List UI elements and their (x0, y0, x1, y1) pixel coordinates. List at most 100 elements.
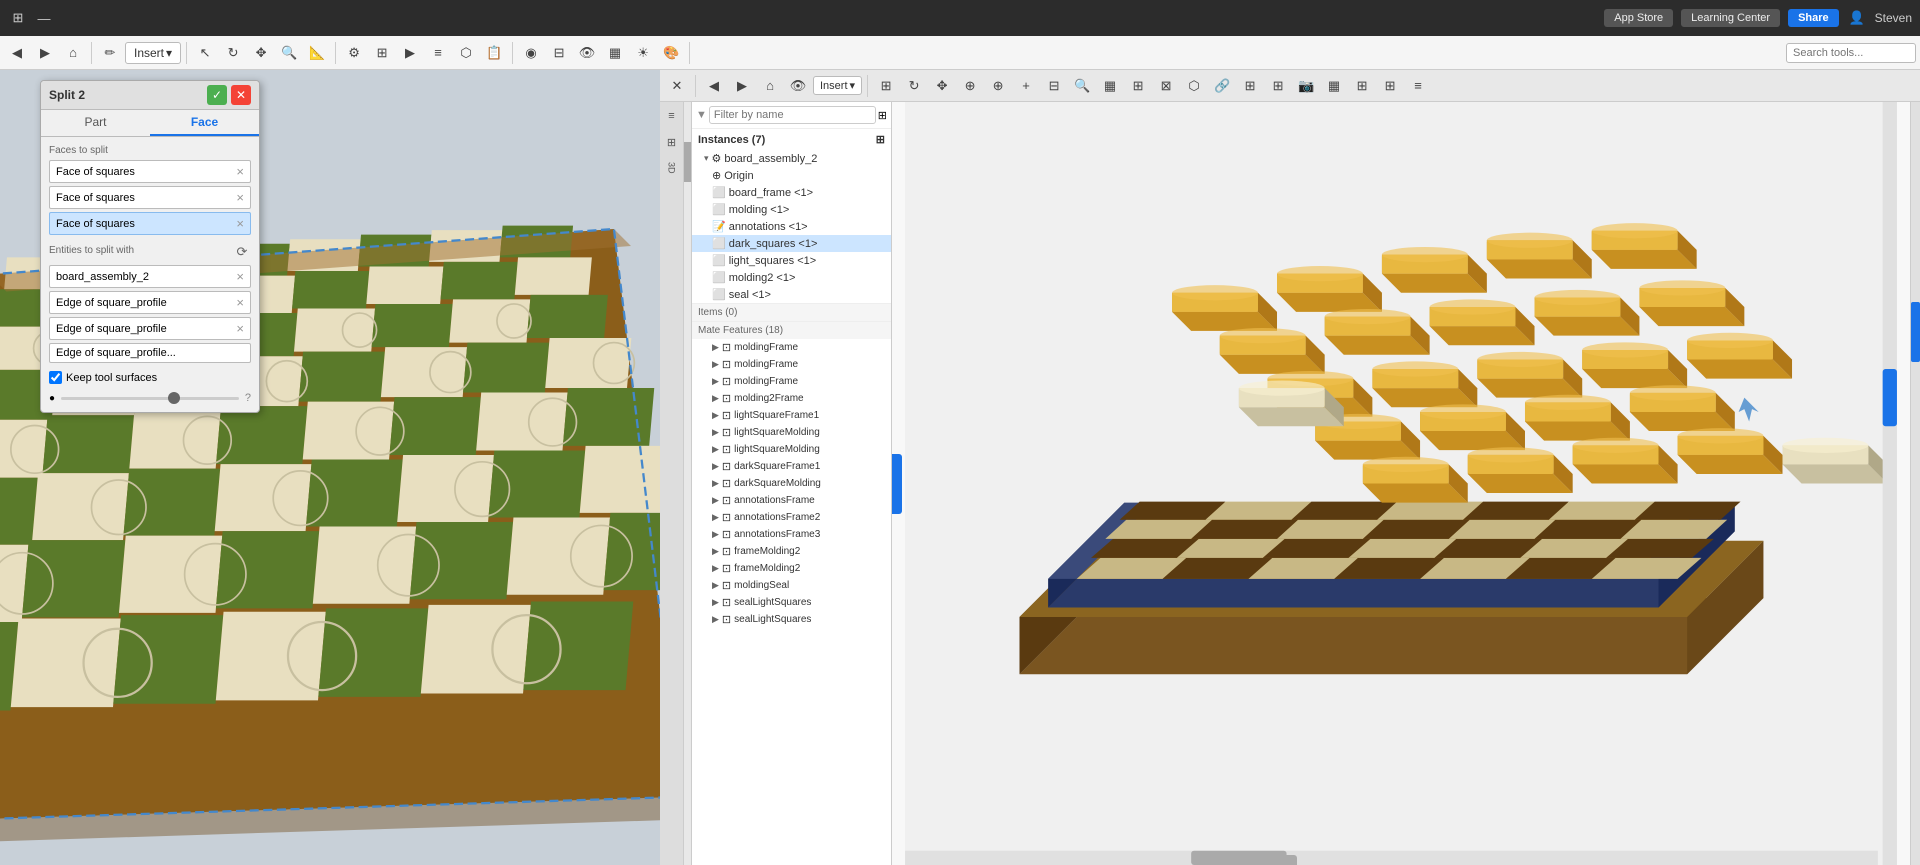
mate-item-11[interactable]: ▶ ⊡ annotationsFrame2 (692, 509, 891, 526)
appearance-button[interactable]: 🎨 (658, 40, 684, 66)
face-item-3-remove[interactable]: × (236, 216, 244, 231)
slider-thumb[interactable] (168, 392, 180, 404)
rt-forward-button[interactable]: ▶ (729, 73, 755, 99)
light-button[interactable]: ☀ (630, 40, 656, 66)
grid-icon[interactable]: ⊞ (8, 8, 28, 28)
rt-tool5[interactable]: ⊕ (985, 73, 1011, 99)
tree-annotations[interactable]: 📝 annotations <1> (692, 218, 891, 235)
rt-tool8[interactable]: 🔍 (1069, 73, 1095, 99)
vert-icon-expand[interactable]: ⊞ (662, 132, 682, 152)
left-scroll-handle[interactable] (892, 454, 902, 514)
rt-home-button[interactable]: ⌂ (757, 73, 783, 99)
right-scroll-thumb[interactable] (1911, 302, 1920, 362)
face-item-1-remove[interactable]: × (236, 164, 244, 179)
sim-button[interactable]: ≡ (425, 40, 451, 66)
rt-tool12[interactable]: ⬡ (1181, 73, 1207, 99)
rt-back-button[interactable]: ◀ (701, 73, 727, 99)
keep-surfaces-checkbox[interactable] (49, 371, 62, 384)
rt-tool16[interactable]: 📷 (1293, 73, 1319, 99)
mate-item-15[interactable]: ▶ ⊡ moldingSeal (692, 577, 891, 594)
rt-tool10[interactable]: ⊞ (1125, 73, 1151, 99)
cancel-button[interactable]: ✕ (231, 85, 251, 105)
render-button[interactable]: ◉ (518, 40, 544, 66)
mate-item-2[interactable]: ▶ ⊡ moldingFrame (692, 356, 891, 373)
back-button[interactable]: ◀ (4, 40, 30, 66)
vert-icon-filter[interactable]: ≡ (662, 106, 682, 126)
rt-tool7[interactable]: ⊟ (1041, 73, 1067, 99)
face-item-2-remove[interactable]: × (236, 190, 244, 205)
app-store-button[interactable]: App Store (1604, 9, 1673, 27)
bom-button[interactable]: 📋 (481, 40, 507, 66)
section-button[interactable]: ⊟ (546, 40, 572, 66)
mate-item-13[interactable]: ▶ ⊡ frameMolding2 (692, 543, 891, 560)
vert-icon-3d[interactable]: 3D (662, 158, 682, 178)
display-button[interactable]: ▦ (602, 40, 628, 66)
mate-item-5[interactable]: ▶ ⊡ lightSquareFrame1 (692, 407, 891, 424)
bottom-scroll-handle[interactable] (1197, 855, 1297, 865)
tree-molding[interactable]: ⬜ molding <1> (692, 201, 891, 218)
pan-button[interactable]: ✥ (248, 40, 274, 66)
face-item-3[interactable]: Face of squares × (49, 212, 251, 235)
insert-menu[interactable]: Insert ▾ (125, 42, 181, 64)
explode-button[interactable]: ⬡ (453, 40, 479, 66)
rt-tool15[interactable]: ⊞ (1265, 73, 1291, 99)
tree-molding2[interactable]: ⬜ molding2 <1> (692, 269, 891, 286)
zoom-button[interactable]: 🔍 (276, 40, 302, 66)
tab-face[interactable]: Face (150, 110, 259, 136)
tree-board-frame[interactable]: ⬜ board_frame <1> (692, 184, 891, 201)
tab-part[interactable]: Part (41, 110, 150, 136)
face-item-2[interactable]: Face of squares × (49, 186, 251, 209)
tree-dark-squares[interactable]: ⬜ dark_squares <1> (692, 235, 891, 252)
mate-item-14[interactable]: ▶ ⊡ frameMolding2 (692, 560, 891, 577)
instances-expand[interactable]: ⊞ (876, 133, 885, 146)
rt-tool19[interactable]: ⊞ (1377, 73, 1403, 99)
rt-tool9[interactable]: ▦ (1097, 73, 1123, 99)
tree-board-assembly[interactable]: ▾ ⚙ board_assembly_2 (692, 150, 891, 167)
tree-origin[interactable]: ⊕ Origin (692, 167, 891, 184)
home-button[interactable]: ⌂ (60, 40, 86, 66)
mate-item-6[interactable]: ▶ ⊡ lightSquareMolding (692, 424, 891, 441)
edge-item-1[interactable]: board_assembly_2 × (49, 265, 251, 288)
rt-close-button[interactable]: ✕ (664, 73, 690, 99)
rt-tool2[interactable]: ↻ (901, 73, 927, 99)
face-item-1[interactable]: Face of squares × (49, 160, 251, 183)
rt-tool14[interactable]: ⊞ (1237, 73, 1263, 99)
edge-item-3[interactable]: Edge of square_profile × (49, 317, 251, 340)
forward-button[interactable]: ▶ (32, 40, 58, 66)
rt-tool20[interactable]: ≡ (1405, 73, 1431, 99)
mate-item-3[interactable]: ▶ ⊡ moldingFrame (692, 373, 891, 390)
rt-tool1[interactable]: ⊞ (873, 73, 899, 99)
mate-item-1[interactable]: ▶ ⊡ moldingFrame (692, 339, 891, 356)
tree-filter-input[interactable] (709, 106, 876, 124)
tree-seal[interactable]: ⬜ seal <1> (692, 286, 891, 303)
learning-center-button[interactable]: Learning Center (1681, 9, 1780, 27)
search-input[interactable] (1786, 43, 1916, 63)
expand-icon[interactable]: ⊞ (878, 109, 887, 122)
sketch-button[interactable]: ✏ (97, 40, 123, 66)
mate-item-10[interactable]: ▶ ⊡ annotationsFrame (692, 492, 891, 509)
rt-tool17[interactable]: ▦ (1321, 73, 1347, 99)
edge-item-3-remove[interactable]: × (236, 321, 244, 336)
measure-button[interactable]: 📐 (304, 40, 330, 66)
rt-tool6[interactable]: + (1013, 73, 1039, 99)
rt-tool13[interactable]: 🔗 (1209, 73, 1235, 99)
edge-item-1-remove[interactable]: × (236, 269, 244, 284)
edge-item-2-remove[interactable]: × (236, 295, 244, 310)
share-button[interactable]: Share (1788, 9, 1839, 27)
motion-button[interactable]: ▶ (397, 40, 423, 66)
rt-tool3[interactable]: ✥ (929, 73, 955, 99)
refresh-button[interactable]: ⟳ (233, 243, 251, 261)
select-button[interactable]: ↖ (192, 40, 218, 66)
mate-item-8[interactable]: ▶ ⊡ darkSquareFrame1 (692, 458, 891, 475)
rt-tool11[interactable]: ⊠ (1153, 73, 1179, 99)
confirm-button[interactable]: ✓ (207, 85, 227, 105)
view-button[interactable]: 👁 (574, 40, 600, 66)
mate-item-16[interactable]: ▶ ⊡ sealLightSquares (692, 594, 891, 611)
rt-view-button[interactable]: 👁 (785, 73, 811, 99)
edge-item-2[interactable]: Edge of square_profile × (49, 291, 251, 314)
rt-insert-menu[interactable]: Insert ▾ (813, 76, 862, 95)
mates-button[interactable]: ⊞ (369, 40, 395, 66)
mate-item-7[interactable]: ▶ ⊡ lightSquareMolding (692, 441, 891, 458)
mate-item-12[interactable]: ▶ ⊡ annotationsFrame3 (692, 526, 891, 543)
mate-item-17[interactable]: ▶ ⊡ sealLightSquares (692, 611, 891, 628)
